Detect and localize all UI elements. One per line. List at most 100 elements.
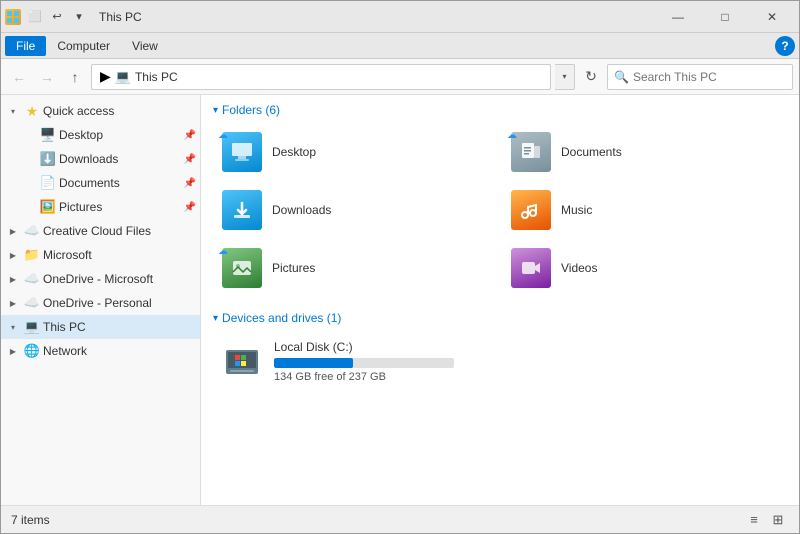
path-text: This PC	[135, 70, 178, 84]
drive-info: Local Disk (C:) 134 GB free of 237 GB	[274, 340, 778, 383]
pin-icon: 📌	[184, 202, 196, 213]
view-buttons: ≡ ⊞	[743, 509, 789, 531]
expanded-arrow: ▾	[5, 319, 21, 335]
up-button[interactable]: ↑	[63, 65, 87, 89]
sidebar-item-creative-cloud[interactable]: ▶ ☁️ Creative Cloud Files	[1, 219, 200, 243]
documents-folder-name: Documents	[561, 145, 622, 159]
sidebar-this-pc-label: This PC	[43, 320, 196, 334]
sidebar-item-documents[interactable]: 📄 Documents 📌	[1, 171, 200, 195]
quick-save-btn[interactable]: ⬜	[25, 7, 45, 27]
help-button[interactable]: ?	[775, 36, 795, 56]
network-icon: 🌐	[23, 342, 41, 360]
sidebar-quickaccess-label: Quick access	[43, 104, 196, 118]
back-button[interactable]: ←	[7, 65, 31, 89]
sidebar-creative-cloud-label: Creative Cloud Files	[43, 224, 196, 238]
sidebar-pictures-label: Pictures	[59, 200, 182, 214]
sidebar-documents-label: Documents	[59, 176, 182, 190]
no-expand	[21, 175, 37, 191]
window-icon	[5, 9, 21, 25]
cloud-badge-desktop: ☁	[218, 130, 228, 141]
sidebar-item-onedrive-personal[interactable]: ▶ ☁️ OneDrive - Personal	[1, 291, 200, 315]
sidebar-desktop-label: Desktop	[59, 128, 182, 142]
refresh-button[interactable]: ↻	[579, 65, 603, 89]
drive-bar-fill	[274, 358, 353, 368]
microsoft-icon: 📁	[23, 246, 41, 264]
search-icon: 🔍	[614, 70, 629, 84]
menu-view[interactable]: View	[121, 36, 169, 56]
devices-chevron: ▾	[213, 313, 218, 324]
folders-grid: ☁ Desktop ☁	[213, 125, 787, 295]
sidebar-network-label: Network	[43, 344, 196, 358]
cloud-badge-pictures: ☁	[218, 246, 228, 257]
documents-folder-icon: 📄	[39, 174, 57, 192]
window-controls: — □ ✕	[655, 1, 795, 33]
search-box[interactable]: 🔍	[607, 64, 793, 90]
devices-section-header[interactable]: ▾ Devices and drives (1)	[213, 311, 787, 325]
desktop-icon-wrapper: ☁	[222, 132, 262, 172]
address-path[interactable]: ▶ 💻 This PC	[91, 64, 551, 90]
list-view-button[interactable]: ≡	[743, 509, 765, 531]
onedrive-personal-icon: ☁️	[23, 294, 41, 312]
downloads-folder-name: Downloads	[272, 203, 331, 217]
window-title: This PC	[99, 10, 142, 24]
pictures-folder-name: Pictures	[272, 261, 315, 275]
forward-button[interactable]: →	[35, 65, 59, 89]
this-pc-icon: 💻	[23, 318, 41, 336]
pictures-folder-img	[222, 248, 262, 288]
pin-icon: 📌	[184, 178, 196, 189]
menu-bar: File Computer View ?	[1, 33, 799, 59]
sidebar-onedrive-personal-label: OneDrive - Personal	[43, 296, 196, 310]
onedrive-ms-icon: ☁️	[23, 270, 41, 288]
desktop-folder-icon: 🖥️	[39, 126, 57, 144]
close-button[interactable]: ✕	[749, 1, 795, 33]
no-expand	[21, 199, 37, 215]
items-count: 7 items	[11, 513, 50, 527]
undo-btn[interactable]: ↩	[47, 7, 67, 27]
menu-computer[interactable]: Computer	[46, 36, 121, 56]
sidebar-item-quickaccess[interactable]: ▾ ★ Quick access	[1, 99, 200, 123]
folder-downloads[interactable]: Downloads	[213, 183, 498, 237]
folders-chevron: ▾	[213, 105, 218, 116]
devices-section-title: Devices and drives (1)	[222, 311, 341, 325]
sidebar-item-onedrive-microsoft[interactable]: ▶ ☁️ OneDrive - Microsoft	[1, 267, 200, 291]
folders-section-header[interactable]: ▾ Folders (6)	[213, 103, 787, 117]
music-folder-name: Music	[561, 203, 592, 217]
sidebar-onedrive-ms-label: OneDrive - Microsoft	[43, 272, 196, 286]
sidebar-item-microsoft[interactable]: ▶ 📁 Microsoft	[1, 243, 200, 267]
sidebar-item-pictures[interactable]: 🖼️ Pictures 📌	[1, 195, 200, 219]
no-expand	[21, 127, 37, 143]
folder-videos[interactable]: Videos	[502, 241, 787, 295]
folder-desktop[interactable]: ☁ Desktop	[213, 125, 498, 179]
expand-icon: ▾	[5, 103, 21, 119]
downloads-folder-img	[222, 190, 262, 230]
main-content: ▾ ★ Quick access 🖥️ Desktop 📌 ⬇️ Downloa…	[1, 95, 799, 505]
search-input[interactable]	[633, 70, 786, 84]
drive-c[interactable]: Local Disk (C:) 134 GB free of 237 GB	[213, 333, 787, 390]
drive-free: 134 GB free of 237 GB	[274, 371, 778, 383]
downloads-icon-wrapper	[222, 190, 262, 230]
folder-documents[interactable]: ☁ Documents	[502, 125, 787, 179]
drive-bar-bg	[274, 358, 454, 368]
sidebar-item-this-pc[interactable]: ▾ 💻 This PC	[1, 315, 200, 339]
drive-icon-wrapper	[222, 342, 262, 382]
path-dropdown-btn[interactable]: ▾	[555, 64, 575, 90]
redo-btn[interactable]: ▾	[69, 7, 89, 27]
title-bar-left: ⬜ ↩ ▾ This PC	[5, 7, 655, 27]
sidebar-item-network[interactable]: ▶ 🌐 Network	[1, 339, 200, 363]
sidebar-item-downloads[interactable]: ⬇️ Downloads 📌	[1, 147, 200, 171]
folder-pictures[interactable]: ☁ Pictures	[213, 241, 498, 295]
sidebar-item-desktop[interactable]: 🖥️ Desktop 📌	[1, 123, 200, 147]
menu-file[interactable]: File	[5, 36, 46, 56]
folder-music[interactable]: Music	[502, 183, 787, 237]
collapsed-arrow: ▶	[5, 295, 21, 311]
documents-folder-img	[511, 132, 551, 172]
maximize-button[interactable]: □	[702, 1, 748, 33]
details-view-button[interactable]: ⊞	[767, 509, 789, 531]
path-icon: ▶	[100, 68, 111, 85]
collapsed-arrow: ▶	[5, 247, 21, 263]
pin-icon: 📌	[184, 154, 196, 165]
title-bar: ⬜ ↩ ▾ This PC — □ ✕	[1, 1, 799, 33]
status-bar: 7 items ≡ ⊞	[1, 505, 799, 533]
collapsed-arrow: ▶	[5, 223, 21, 239]
minimize-button[interactable]: —	[655, 1, 701, 33]
